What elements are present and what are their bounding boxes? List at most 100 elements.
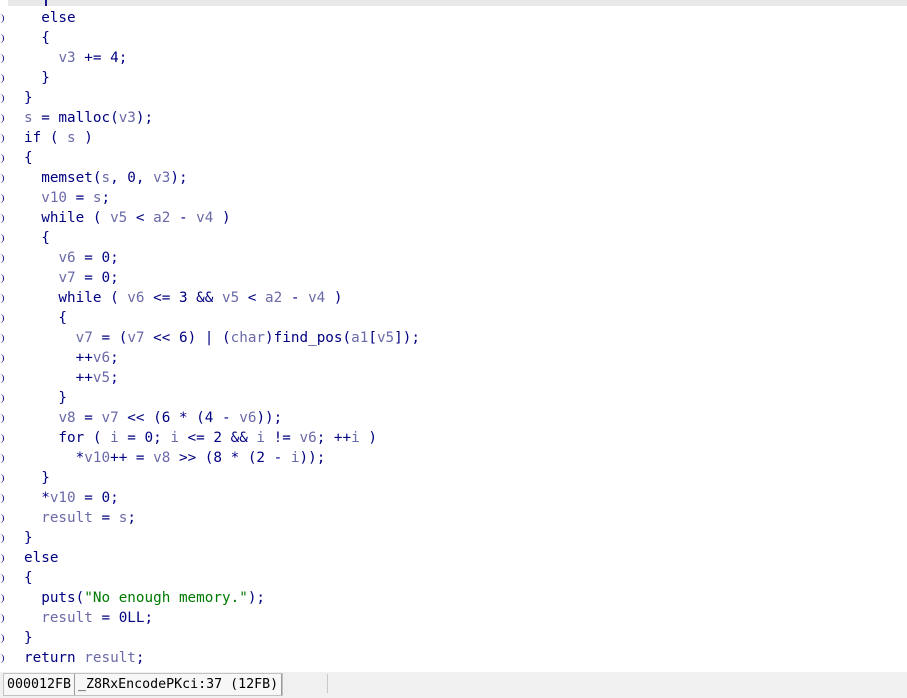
- code-line[interactable]: }: [24, 68, 907, 88]
- code-line[interactable]: }: [24, 628, 907, 648]
- code-token: ));: [256, 410, 283, 426]
- code-line[interactable]: v3 += 4;: [24, 48, 907, 68]
- code-line[interactable]: }: [24, 528, 907, 548]
- code-token: else: [24, 10, 76, 26]
- code-token: <: [127, 210, 154, 226]
- line-number-fragment: [0, 254, 4, 263]
- code-variable: v3: [58, 50, 76, 66]
- code-line[interactable]: result = 0LL;: [24, 608, 907, 628]
- code-token: );: [170, 170, 188, 186]
- code-token: )find_pos(: [265, 330, 352, 346]
- code-token: ;: [135, 650, 145, 666]
- code-token: = 0LL;: [92, 610, 154, 626]
- code-line[interactable]: memset(s, 0, v3);: [24, 168, 907, 188]
- code-variable: v10: [49, 490, 76, 506]
- code-variable: v8: [153, 450, 171, 466]
- code-line[interactable]: v8 = v7 << (6 * (4 - v6));: [24, 408, 907, 428]
- code-line[interactable]: v10 = s;: [24, 188, 907, 208]
- code-line[interactable]: for ( i = 0; i <= 2 && i != v6; ++i ): [24, 428, 907, 448]
- code-token: ;: [110, 350, 119, 366]
- code-line[interactable]: else: [24, 548, 907, 568]
- code-line[interactable]: result = s;: [24, 508, 907, 528]
- code-line[interactable]: while ( v5 < a2 - v4 ): [24, 208, 907, 228]
- code-line[interactable]: s = malloc(v3);: [24, 108, 907, 128]
- code-line[interactable]: {: [24, 28, 907, 48]
- code-token: ): [325, 290, 343, 306]
- code-line[interactable]: }: [24, 388, 907, 408]
- code-variable: v5: [92, 370, 111, 386]
- code-line[interactable]: {: [24, 228, 907, 248]
- code-variable: v4: [308, 290, 326, 306]
- code-token: {: [24, 310, 68, 326]
- line-number-fragment: [0, 14, 4, 23]
- line-number-fragment: [0, 74, 4, 83]
- status-location-box[interactable]: 000012FB _Z8RxEncodePKci:37 (12FB): [3, 673, 284, 696]
- code-line[interactable]: if ( s ): [24, 128, 907, 148]
- status-bar: 000012FB _Z8RxEncodePKci:37 (12FB): [0, 672, 907, 698]
- code-variable: v10: [84, 450, 111, 466]
- code-variable: s: [24, 110, 33, 126]
- code-line[interactable]: v6 = 0;: [24, 248, 907, 268]
- code-token: puts(: [24, 590, 85, 606]
- code-token: ): [359, 430, 377, 446]
- code-line[interactable]: *v10++ = v8 >> (8 * (2 - i));: [24, 448, 907, 468]
- code-variable: a2: [153, 210, 171, 226]
- code-variable: v7: [101, 410, 119, 426]
- code-token: ++ =: [110, 450, 154, 466]
- code-line[interactable]: ++v6;: [24, 348, 907, 368]
- line-number-fragment: [0, 394, 4, 403]
- brace-fragment: [45, 0, 47, 6]
- code-token: *: [24, 450, 85, 466]
- line-number-fragment: [0, 234, 4, 243]
- code-line[interactable]: v7 = 0;: [24, 268, 907, 288]
- code-token: memset(: [24, 170, 102, 186]
- code-token: while (: [24, 290, 128, 306]
- code-line[interactable]: {: [24, 568, 907, 588]
- code-token: ++: [24, 350, 93, 366]
- code-line[interactable]: else: [24, 8, 907, 28]
- code-token: else: [24, 550, 59, 566]
- code-variable: v3: [118, 110, 136, 126]
- code-token: [: [368, 330, 377, 346]
- code-line[interactable]: {: [24, 308, 907, 328]
- status-separator: [281, 674, 283, 695]
- code-line[interactable]: *v10 = 0;: [24, 488, 907, 508]
- code-token: {: [24, 30, 50, 46]
- line-number-fragment: [0, 54, 4, 63]
- line-number-fragment: [0, 34, 4, 43]
- code-token: , 0,: [110, 170, 154, 186]
- code-line[interactable]: v7 = (v7 << 6) | (char)find_pos(a1[v5]);: [24, 328, 907, 348]
- code-variable: v6: [127, 290, 145, 306]
- code-line[interactable]: {: [24, 148, 907, 168]
- code-variable: v7: [75, 330, 93, 346]
- pseudocode-view[interactable]: else { v3 += 4; }} s = malloc(v3); if ( s …: [24, 8, 907, 668]
- line-number-fragment: [0, 134, 4, 143]
- code-token: for (: [24, 430, 111, 446]
- code-line[interactable]: return result;: [24, 648, 907, 668]
- line-number-fragment: [0, 454, 4, 463]
- line-number-fragment: [0, 194, 4, 203]
- code-line[interactable]: puts("No enough memory.");: [24, 588, 907, 608]
- code-variable: s: [67, 130, 76, 146]
- code-line[interactable]: }: [24, 88, 907, 108]
- code-line[interactable]: while ( v6 <= 3 && v5 < a2 - v4 ): [24, 288, 907, 308]
- code-variable: s: [101, 170, 111, 186]
- code-token: ;: [110, 370, 119, 386]
- code-token: =: [67, 190, 93, 206]
- code-token: = (: [92, 330, 128, 346]
- code-token: = 0;: [118, 430, 171, 446]
- code-token: -: [170, 210, 197, 226]
- line-number-fragment: [0, 534, 4, 543]
- line-number-fragment: [0, 494, 4, 503]
- code-token: if (: [24, 130, 68, 146]
- code-token: << (6 * (4 -: [118, 410, 240, 426]
- code-variable: v6: [92, 350, 111, 366]
- code-token: -: [282, 290, 309, 306]
- code-line[interactable]: ++v5;: [24, 368, 907, 388]
- line-number-fragment: [0, 634, 4, 643]
- code-line[interactable]: }: [24, 468, 907, 488]
